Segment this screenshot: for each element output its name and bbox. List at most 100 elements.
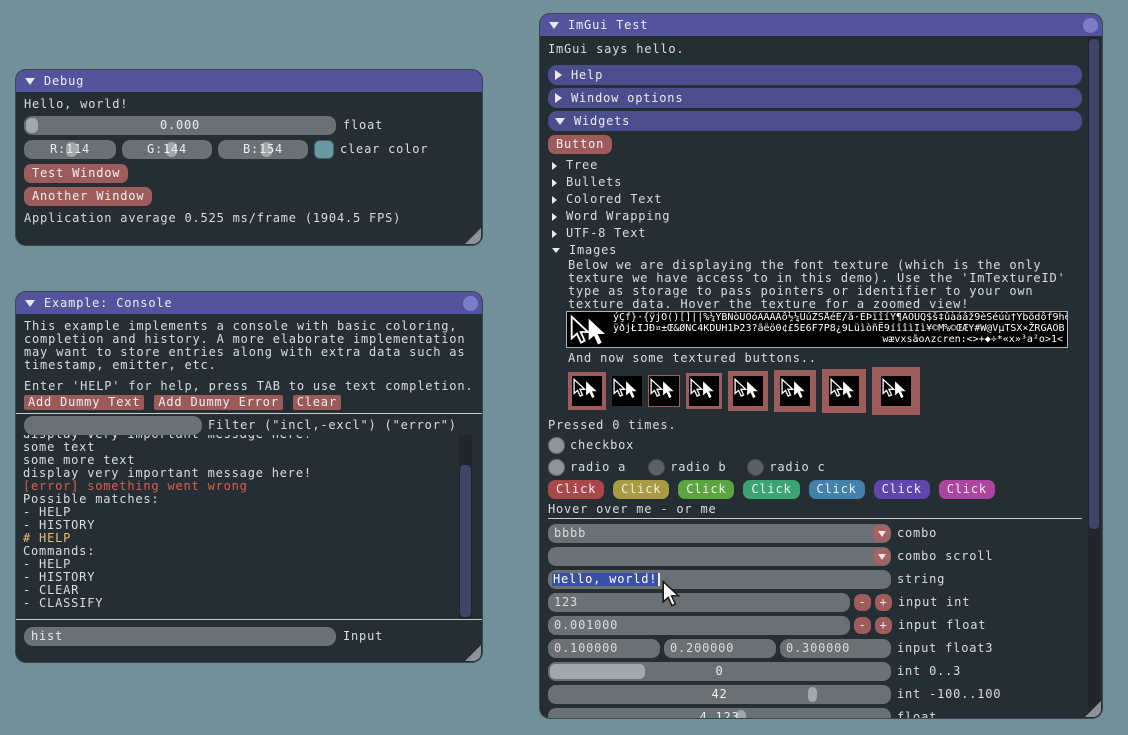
- chevron-right-icon: [552, 230, 557, 238]
- increment-button[interactable]: +: [875, 617, 892, 634]
- test-window-button[interactable]: Test Window: [24, 164, 128, 183]
- tree-node-images[interactable]: Images: [548, 242, 1082, 259]
- header-help[interactable]: Help: [548, 65, 1082, 85]
- widgets-button[interactable]: Button: [548, 135, 612, 154]
- header-label: Widgets: [574, 115, 630, 128]
- resize-grip[interactable]: [465, 228, 481, 244]
- click-button-2[interactable]: Click: [613, 480, 669, 499]
- radio-a[interactable]: [548, 459, 565, 476]
- tree-node-bullets[interactable]: Bullets: [548, 174, 1082, 191]
- radio-b[interactable]: [648, 459, 665, 476]
- hover-over-me-text[interactable]: Hover over me - or me: [548, 503, 1082, 516]
- blue-slider[interactable]: B:154: [218, 140, 308, 159]
- debug-titlebar[interactable]: Debug: [16, 70, 482, 92]
- clear-color-swatch[interactable]: [314, 140, 334, 159]
- tree-node-tree[interactable]: Tree: [548, 157, 1082, 174]
- log-scrollbar-thumb[interactable]: [460, 465, 471, 617]
- log-line: Possible matches:: [23, 493, 475, 506]
- combo-arrow-button[interactable]: [873, 548, 890, 565]
- collapse-icon[interactable]: [25, 78, 35, 85]
- tree-node-word-wrapping[interactable]: Word Wrapping: [548, 208, 1082, 225]
- radio-c[interactable]: [747, 459, 764, 476]
- image-button[interactable]: [648, 375, 680, 407]
- header-window-options[interactable]: Window options: [548, 88, 1082, 108]
- clear-color-label: clear color: [340, 143, 428, 156]
- collapse-icon[interactable]: [25, 300, 35, 307]
- another-window-button[interactable]: Another Window: [24, 187, 152, 206]
- tree-node-utf8-text[interactable]: UTF-8 Text: [548, 225, 1082, 242]
- float3-input-z[interactable]: 0.300000: [780, 639, 891, 658]
- string-input-value: Hello, world!: [552, 573, 658, 586]
- checkbox-label: checkbox: [570, 439, 634, 452]
- add-dummy-error-button[interactable]: Add Dummy Error: [154, 395, 282, 410]
- pressed-count-text: Pressed 0 times.: [548, 419, 1082, 432]
- imgui-test-window: ImGui Test ImGui says hello. Help Window…: [540, 14, 1102, 718]
- hello-text: Hello, world!: [24, 98, 474, 111]
- combo-scroll-select[interactable]: [548, 547, 891, 566]
- filter-label: Filter ("incl,-excl") ("error"): [208, 419, 457, 432]
- image-button[interactable]: [872, 367, 920, 415]
- image-button[interactable]: [822, 369, 866, 413]
- collapse-icon[interactable]: [549, 22, 559, 29]
- add-dummy-text-button[interactable]: Add Dummy Text: [24, 395, 144, 410]
- close-button[interactable]: [463, 296, 478, 311]
- image-button[interactable]: [686, 373, 722, 409]
- string-input[interactable]: Hello, world!: [548, 570, 891, 589]
- resize-grip[interactable]: [465, 645, 481, 661]
- header-label: Window options: [571, 92, 683, 105]
- images-description-line: texture data. Hover the texture for a zo…: [568, 298, 1082, 311]
- chevron-right-icon: [552, 196, 557, 204]
- click-button-7[interactable]: Click: [939, 480, 995, 499]
- header-widgets[interactable]: Widgets: [548, 111, 1082, 131]
- tree-node-colored-text[interactable]: Colored Text: [548, 191, 1082, 208]
- resize-grip[interactable]: [1085, 701, 1101, 717]
- increment-button[interactable]: +: [875, 594, 892, 611]
- float-slider[interactable]: 4.123: [548, 708, 891, 718]
- click-button-4[interactable]: Click: [743, 480, 799, 499]
- image-button[interactable]: [774, 370, 816, 412]
- float3-input-x[interactable]: 0.100000: [548, 639, 660, 658]
- image-button[interactable]: [612, 376, 642, 406]
- close-button[interactable]: [1083, 18, 1098, 33]
- console-log[interactable]: display very important message here! som…: [23, 435, 475, 619]
- int-slider-0-3[interactable]: 0: [548, 662, 891, 681]
- image-button[interactable]: [568, 372, 606, 410]
- combo-select[interactable]: bbbb: [548, 524, 891, 543]
- tree-node-label: Images: [569, 244, 617, 257]
- click-button-1[interactable]: Click: [548, 480, 604, 499]
- click-button-5[interactable]: Click: [809, 480, 865, 499]
- float-input-label: input float: [898, 619, 986, 632]
- float-input[interactable]: 0.001000: [548, 616, 850, 635]
- int-input[interactable]: 123: [548, 593, 850, 612]
- console-titlebar[interactable]: Example: Console: [16, 292, 482, 314]
- combo-arrow-button[interactable]: [873, 525, 890, 542]
- tree-node-label: Word Wrapping: [566, 210, 670, 223]
- font-texture-glyph-row: ýÇf}·{ÿjÖ()[]||%¼ÝBÑòÙÖóÃÂÀÀô½¼ÙúŽŠÅéÉ/å…: [613, 312, 1067, 323]
- log-scrollbar[interactable]: [459, 435, 472, 619]
- int-slider-neg100-100[interactable]: 42: [548, 685, 891, 704]
- decrement-button[interactable]: -: [854, 617, 871, 634]
- clear-button[interactable]: Clear: [293, 395, 341, 410]
- float-slider[interactable]: 0.000: [24, 116, 336, 135]
- image-button[interactable]: [728, 371, 768, 411]
- int-slider-label: int 0..3: [897, 665, 961, 678]
- decrement-button[interactable]: -: [854, 594, 871, 611]
- console-window: Example: Console This example implements…: [16, 292, 482, 662]
- click-button-6[interactable]: Click: [874, 480, 930, 499]
- imgui-test-titlebar[interactable]: ImGui Test: [540, 14, 1102, 36]
- float3-value-x: 0.100000: [554, 642, 618, 655]
- checkbox[interactable]: [548, 437, 565, 454]
- click-button-3[interactable]: Click: [678, 480, 734, 499]
- console-command-input[interactable]: hist: [24, 627, 336, 646]
- chevron-down-icon: [555, 118, 565, 125]
- console-intro-line: timestamp, emitter, etc.: [24, 359, 474, 372]
- green-slider[interactable]: G:144: [122, 140, 212, 159]
- font-texture-image[interactable]: ýÇf}·{ÿjÖ()[]||%¼ÝBÑòÙÖóÃÂÀÀô½¼ÙúŽŠÅéÉ/å…: [566, 311, 1068, 348]
- float3-input-y[interactable]: 0.200000: [664, 639, 776, 658]
- combo-scroll-label: combo scroll: [897, 550, 993, 563]
- float-slider-label: float: [897, 711, 937, 718]
- red-slider[interactable]: R:114: [24, 140, 116, 159]
- filter-input[interactable]: [24, 416, 202, 435]
- int-slider-2-label: int -100..100: [897, 688, 1001, 701]
- log-line: - CLASSIFY: [23, 597, 475, 610]
